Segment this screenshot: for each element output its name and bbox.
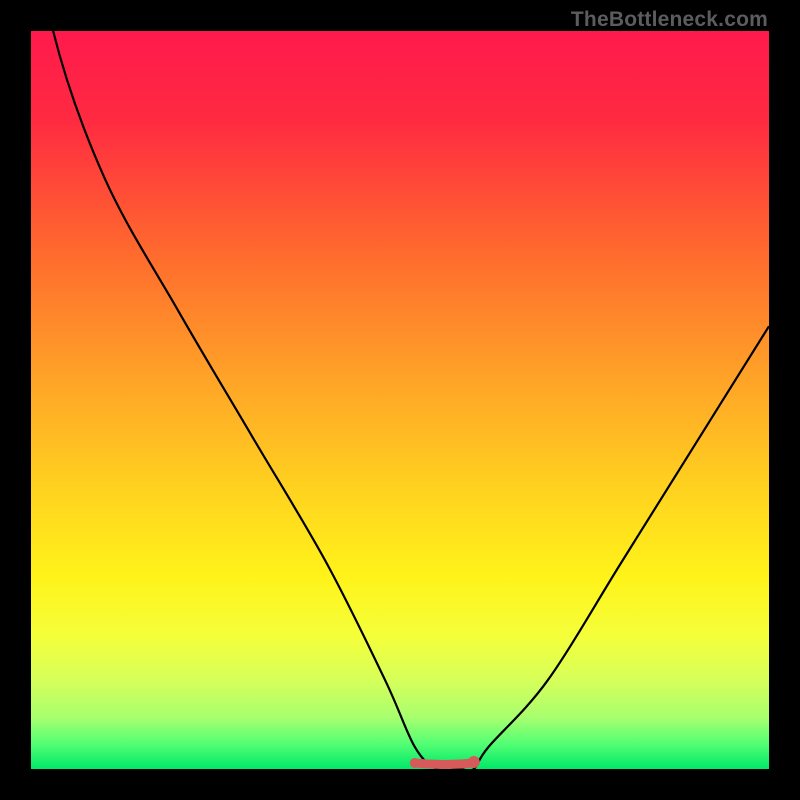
watermark-text: TheBottleneck.com: [571, 8, 768, 32]
flat-endpoint-left: [410, 758, 420, 768]
plot-area: [31, 31, 769, 769]
curve-layer: [31, 31, 769, 769]
bottleneck-curve: [31, 31, 769, 769]
flat-endpoint-right: [468, 756, 480, 768]
chart-frame: { "watermark": "TheBottleneck.com", "col…: [0, 0, 800, 800]
flat-minimum-segment: [415, 763, 474, 765]
